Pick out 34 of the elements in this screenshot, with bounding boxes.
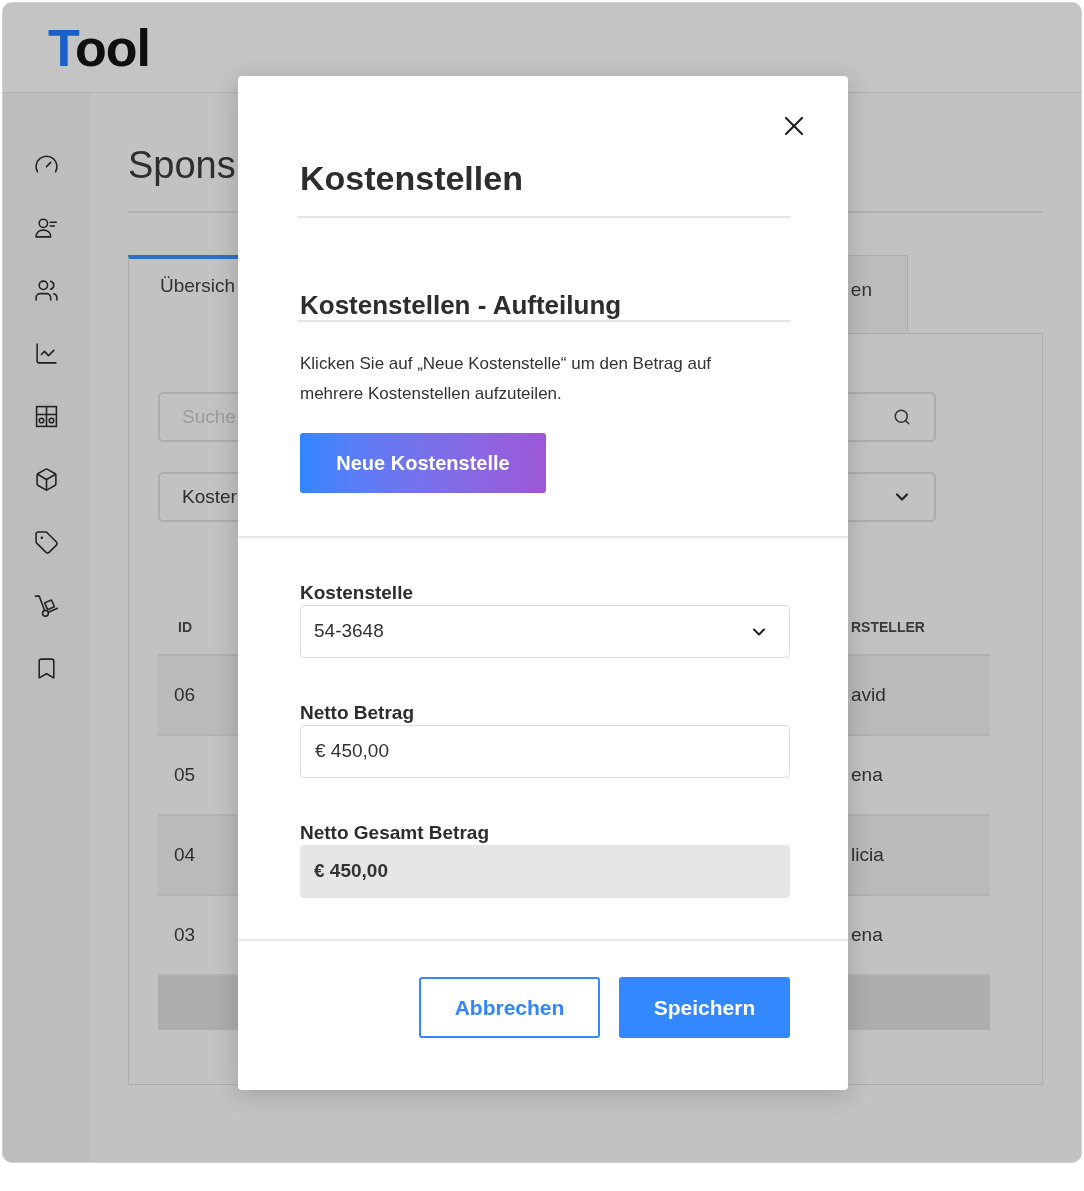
new-cost-center-button[interactable]: Neue Kostenstelle (300, 433, 546, 493)
line-chart-icon[interactable] (34, 341, 59, 366)
total-amount-field: € 450,00 (300, 845, 790, 898)
box-icon[interactable] (34, 467, 59, 492)
tab[interactable]: Übersich (128, 255, 240, 334)
table-cell-text: avid (851, 682, 886, 707)
field-label: Kostenstelle (300, 581, 413, 605)
tab[interactable]: en (846, 255, 908, 334)
table-cell-text: 06 (174, 682, 196, 707)
table-cell-text: 03 (174, 922, 196, 947)
cost-center-select[interactable]: 54-3648 (300, 605, 790, 658)
logo: Tool (48, 17, 150, 78)
cancel-button[interactable]: Abbrechen (419, 977, 600, 1038)
user-list-icon[interactable] (34, 215, 59, 240)
column-header: RSTELLER (851, 617, 925, 637)
grid-icon[interactable] (34, 404, 59, 429)
save-button[interactable]: Speichern (619, 977, 790, 1038)
section-title: Kostenstellen - Aufteilung (300, 290, 622, 320)
column-header: ID (178, 617, 192, 637)
table-cell-text: ena (851, 762, 883, 787)
table-cell-text: 05 (174, 762, 196, 787)
users-icon[interactable] (34, 278, 59, 303)
dialog-title: Kostenstellen (300, 158, 523, 198)
amount-input[interactable]: € 450,00 (300, 725, 790, 778)
table-cell-text: 04 (174, 842, 196, 867)
table-cell-text: licia (851, 842, 884, 867)
search-icon (893, 408, 911, 426)
field-label: Netto Betrag (300, 701, 414, 725)
description: Klicken Sie auf „Neue Kostenstelle“ um den Betrag auf mehrere Kostenstellen aufzuteilen. (300, 353, 713, 405)
table-cell-text: ena (851, 922, 883, 947)
tag-icon[interactable] (34, 530, 59, 555)
hand-truck-icon[interactable] (34, 593, 59, 618)
page-title: Spons (128, 143, 236, 188)
field-label: Netto Gesamt Betrag (300, 821, 489, 845)
